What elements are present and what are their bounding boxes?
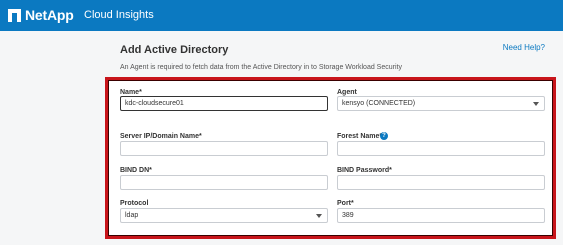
brand-name: NetApp — [25, 7, 74, 23]
forest-label: Forest Name* — [337, 133, 383, 140]
name-label: Name* — [120, 89, 142, 96]
question-icon[interactable]: ? — [380, 132, 388, 140]
netapp-logo-icon — [8, 9, 21, 22]
bind-password-input[interactable] — [337, 175, 545, 190]
server-input[interactable] — [120, 141, 328, 156]
port-label: Port* — [337, 200, 354, 207]
bind-password-label: BIND Password* — [337, 167, 392, 174]
protocol-select-value: ldap — [125, 212, 139, 219]
agent-select[interactable]: kensyo (CONNECTED) — [337, 96, 545, 111]
need-help-link[interactable]: Need Help? — [503, 43, 545, 52]
agent-label: Agent — [337, 89, 357, 96]
forest-input[interactable] — [337, 141, 545, 156]
page-subtitle: An Agent is required to fetch data from … — [120, 64, 402, 71]
product-name: Cloud Insights — [84, 9, 154, 21]
bind-dn-label: BIND DN* — [120, 167, 152, 174]
protocol-select[interactable]: ldap — [120, 208, 328, 223]
server-label: Server IP/Domain Name* — [120, 133, 202, 140]
name-input[interactable]: kdc-cloudsecure01 — [120, 96, 328, 111]
top-bar: NetApp Cloud Insights — [0, 0, 563, 31]
page-title: Add Active Directory — [120, 44, 229, 56]
chevron-down-icon — [533, 102, 539, 106]
agent-select-value: kensyo (CONNECTED) — [342, 100, 416, 107]
bind-dn-input[interactable] — [120, 175, 328, 190]
protocol-label: Protocol — [120, 200, 149, 207]
port-input[interactable]: 389 — [337, 208, 545, 223]
chevron-down-icon — [316, 214, 322, 218]
